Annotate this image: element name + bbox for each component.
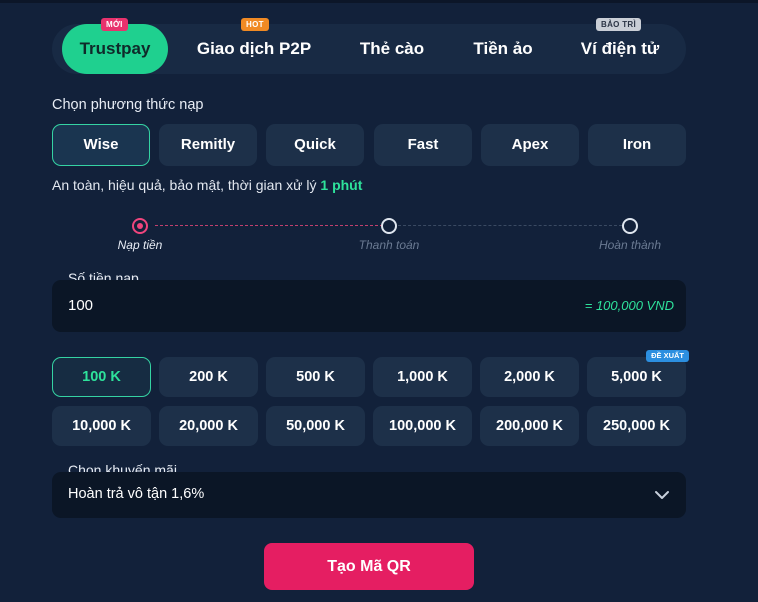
description-text: An toàn, hiệu quả, bảo mật, thời gian xử…	[52, 177, 321, 193]
tab-vi-dien-tu[interactable]: Ví điện tử	[564, 24, 676, 74]
preset-1000k[interactable]: 1,000 K	[373, 357, 472, 397]
preset-100k[interactable]: 100 K	[52, 357, 151, 397]
promo-select[interactable]: Hoàn trả vô tận 1,6%	[52, 472, 686, 518]
amount-value: 100	[68, 297, 94, 314]
create-qr-button[interactable]: Tạo Mã QR	[264, 543, 474, 590]
tab-label: Trustpay	[79, 39, 151, 58]
method-fast[interactable]: Fast	[374, 124, 472, 166]
tab-trustpay[interactable]: Trustpay	[62, 24, 168, 74]
preset-2000k[interactable]: 2,000 K	[480, 357, 579, 397]
preset-20000k[interactable]: 20,000 K	[159, 406, 258, 446]
tab-bar: Trustpay Giao dịch P2P Thẻ cào Tiền ảo V…	[52, 18, 686, 74]
preset-10000k[interactable]: 10,000 K	[52, 406, 151, 446]
preset-200k[interactable]: 200 K	[159, 357, 258, 397]
preset-label: 5,000 K	[611, 369, 662, 385]
step-3-label: Hoàn thành	[598, 238, 662, 252]
chevron-down-icon	[655, 491, 669, 499]
promo-value: Hoàn trả vô tận 1,6%	[68, 486, 205, 502]
step-2-label: Thanh toán	[358, 238, 420, 252]
amount-input[interactable]: 100 = 100,000 VND	[52, 280, 686, 332]
method-quick[interactable]: Quick	[266, 124, 364, 166]
new-badge: MỚI	[101, 18, 128, 31]
preset-200000k[interactable]: 200,000 K	[480, 406, 579, 446]
step-3-dot	[622, 218, 638, 234]
step-1-label: Nạp tiền	[117, 238, 163, 252]
preset-50000k[interactable]: 50,000 K	[266, 406, 365, 446]
method-apex[interactable]: Apex	[481, 124, 579, 166]
tab-label: Tiền ảo	[473, 39, 533, 58]
tab-label: Thẻ cào	[359, 39, 425, 58]
recommended-badge: ĐỀ XUẤT	[646, 350, 689, 362]
tab-the-cao[interactable]: Thẻ cào	[342, 24, 442, 74]
step-connector-1	[155, 225, 383, 226]
method-remitly[interactable]: Remitly	[159, 124, 257, 166]
hot-badge: HOT	[241, 18, 269, 31]
tab-label: Giao dịch P2P	[196, 39, 312, 58]
processing-time: 1 phút	[320, 177, 363, 193]
preset-500k[interactable]: 500 K	[266, 357, 365, 397]
step-connector-2	[398, 225, 622, 226]
step-1-dot	[132, 218, 148, 234]
method-section-label: Chọn phương thức nạp	[52, 97, 204, 113]
preset-250000k[interactable]: 250,000 K	[587, 406, 686, 446]
amount-converted: = 100,000 VND	[584, 298, 674, 313]
top-border	[0, 0, 758, 3]
tab-label: Ví điện tử	[580, 39, 660, 58]
preset-5000k[interactable]: 5,000 K ĐỀ XUẤT	[587, 350, 689, 397]
step-2-dot	[381, 218, 397, 234]
method-description: An toàn, hiệu quả, bảo mật, thời gian xử…	[52, 177, 362, 193]
tab-p2p[interactable]: Giao dịch P2P	[180, 24, 328, 74]
method-wise[interactable]: Wise	[52, 124, 150, 166]
preset-100000k[interactable]: 100,000 K	[373, 406, 472, 446]
tab-tien-ao[interactable]: Tiền ảo	[456, 24, 550, 74]
maintenance-badge: BẢO TRÌ	[596, 18, 641, 31]
method-iron[interactable]: Iron	[588, 124, 686, 166]
